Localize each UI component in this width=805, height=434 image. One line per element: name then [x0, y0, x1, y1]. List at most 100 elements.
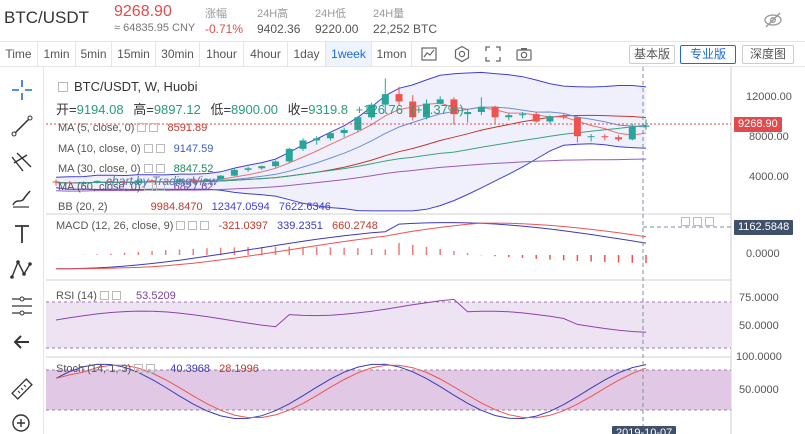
back-arrow-icon[interactable] [9, 329, 35, 355]
tf-1min[interactable]: 1min [38, 42, 76, 66]
crosshair-date-tag: 2019-10-07 [612, 426, 677, 434]
minimize-square [58, 82, 68, 92]
change-value: -0.71% [205, 22, 244, 36]
chart-legend-title: BTC/USDT, W, Huobi [58, 79, 198, 94]
candle-body [642, 125, 650, 127]
price-tick-12000: 12000.00 [746, 91, 792, 103]
eye-off-icon[interactable] [763, 11, 783, 29]
pitchfork-icon[interactable] [9, 149, 35, 175]
low-value: 8900.00 [231, 102, 279, 117]
tf-1week[interactable]: 1week [326, 42, 372, 66]
tf-1day[interactable]: 1day [288, 42, 326, 66]
tf-1hour[interactable]: 1hour [200, 42, 244, 66]
candle-body [587, 136, 595, 138]
candle-body [272, 161, 280, 167]
candle-body [258, 166, 266, 169]
volume-label: 24H量 [373, 8, 405, 20]
volume-value: 22,252 BTC [373, 22, 438, 36]
camera-icon[interactable] [515, 45, 533, 63]
current-price-tag: 9268.90 [734, 117, 782, 132]
stoch-tick-50: 50.0000 [739, 384, 779, 396]
stoch-legend[interactable]: Stoch (14, 1, 3) 40.3968 28.1996 [56, 363, 259, 375]
text-tool-icon[interactable] [9, 221, 35, 247]
ruler-icon[interactable] [9, 376, 35, 402]
ma5-legend[interactable]: MA (5, close, 0) 8591.89 [58, 122, 207, 134]
ohlc-row: 开=9194.08 高=9897.12 低=8900.00 收=9319.8 +… [56, 99, 464, 118]
candle-body [532, 114, 540, 122]
low-label: 低= [210, 102, 232, 117]
tf-15min[interactable]: 15min [112, 42, 156, 66]
rsi-tick-75: 75.0000 [739, 292, 779, 304]
macd-tick-0: 0.0000 [746, 248, 780, 260]
candle-body [491, 106, 499, 118]
high-label: 24H高 [257, 8, 289, 20]
app: BTC/USDT 9268.90 ≈ 64835.95 CNY 涨幅 -0.71… [0, 0, 805, 434]
open-label: 开= [56, 102, 77, 117]
candle-body [560, 116, 568, 118]
rsi-legend[interactable]: RSI (14) 53.5209 [56, 290, 176, 302]
macd-last-tag: 1162.5848 [734, 220, 794, 235]
candle-body [464, 112, 472, 115]
low-value: 9220.00 [315, 22, 359, 36]
candle-body [519, 114, 527, 116]
high-value: 9897.12 [153, 102, 201, 117]
fib-retracement-icon[interactable] [9, 293, 35, 319]
candle-body [340, 129, 348, 134]
candle-body [573, 117, 581, 137]
indicators-icon[interactable] [420, 45, 438, 63]
pane-controls[interactable] [678, 216, 714, 228]
trend-line-icon[interactable] [9, 113, 35, 139]
tf-30min[interactable]: 30min [156, 42, 200, 66]
chart-toolbar: Time 1min 5min 15min 30min 1hour 4hour 1… [0, 41, 805, 67]
price-tick-4000: 4000.00 [749, 171, 789, 183]
bb-legend[interactable]: BB (20, 2) 9984.8470 12347.0594 7622.634… [58, 201, 331, 213]
fullscreen-icon[interactable] [484, 45, 502, 63]
tf-5min[interactable]: 5min [76, 42, 112, 66]
pattern-icon[interactable] [9, 257, 35, 283]
rsi-tick-50: 50.0000 [739, 320, 779, 332]
symbol[interactable]: BTC/USDT [4, 8, 89, 28]
change-label: 涨幅 [205, 8, 227, 20]
settings-icon[interactable] [453, 45, 471, 63]
open-value: 9194.08 [76, 102, 124, 117]
high-value: 9402.36 [257, 22, 301, 36]
candle-body [477, 106, 485, 113]
tf-time[interactable]: Time [0, 42, 38, 66]
candle-body [299, 140, 307, 149]
low-label: 24H低 [315, 8, 347, 20]
view-pro-button[interactable]: 专业版 [680, 45, 736, 64]
high-label: 高= [133, 102, 154, 117]
candle-body [505, 115, 513, 118]
macd-legend[interactable]: MACD (12, 26, close, 9) -321.0397 339.23… [56, 220, 378, 232]
change-value: +126.76 [355, 102, 403, 117]
view-basic-button[interactable]: 基本版 [629, 45, 675, 64]
candle-body [285, 148, 293, 162]
candle-body [546, 116, 554, 122]
change-pct: (+1.37%) [410, 102, 464, 117]
zoom-in-icon[interactable] [9, 411, 35, 434]
ticker-bar: BTC/USDT 9268.90 ≈ 64835.95 CNY 涨幅 -0.71… [0, 0, 805, 40]
candle-body [230, 169, 238, 176]
stoch-tick-100: 100.0000 [736, 351, 782, 363]
candle-body [615, 137, 623, 140]
candle-body [217, 175, 225, 180]
legend-symbol: BTC/USDT, W, Huobi [74, 79, 198, 94]
close-value: 9319.8 [308, 102, 349, 117]
crosshair-icon[interactable] [9, 77, 35, 103]
candle-body [313, 138, 321, 141]
price-tick-8000: 8000.00 [749, 131, 789, 143]
brush-icon[interactable] [9, 185, 35, 211]
depth-chart-button[interactable]: 深度图 [742, 45, 794, 64]
ma10-legend[interactable]: MA (10, close, 0) 9147.59 [58, 143, 213, 155]
tradingview-watermark[interactable]: chart by TradingView [106, 174, 218, 188]
candle-body [244, 168, 252, 170]
candle-body [326, 133, 334, 139]
close-label: 收= [287, 102, 309, 117]
last-price: 9268.90 [114, 3, 172, 20]
price-cny: ≈ 64835.95 CNY [114, 22, 196, 34]
tf-1mon[interactable]: 1mon [372, 42, 412, 66]
candle-body [628, 126, 636, 140]
tf-4hour[interactable]: 4hour [244, 42, 288, 66]
chart-area[interactable]: BTC/USDT, W, Huobi 开=9194.08 高=9897.12 低… [46, 67, 805, 434]
drawing-toolbar [0, 67, 44, 434]
